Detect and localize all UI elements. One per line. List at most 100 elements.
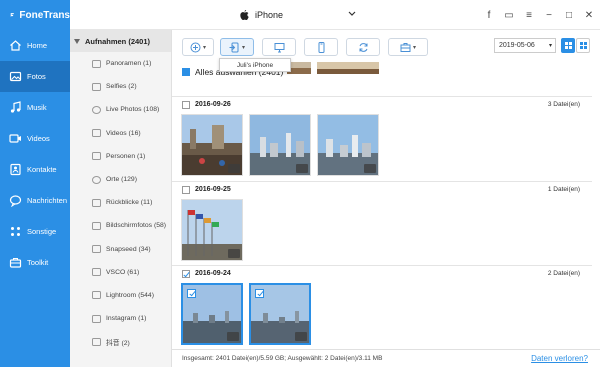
group-checkbox[interactable] [182,185,190,194]
photo-thumbnail-selected[interactable] [181,283,243,345]
music-icon [10,101,21,113]
memories-icon [92,198,101,207]
photo-checkbox[interactable] [187,289,196,298]
album-item-live-photos[interactable]: Live Photos (108) [70,98,171,121]
status-text: Insgesamt: 2401 Datei(en)/5.59 GB; Ausge… [182,355,383,362]
nav-item-sonstige[interactable]: Sonstige [0,216,70,247]
toolbox-button[interactable]: ▾ [388,38,428,56]
album-list-header[interactable]: Aufnahmen (2401) [70,30,171,52]
live-photo-icon [92,105,101,114]
date-filter-select[interactable]: 2019-05-06 ▾ [494,38,556,53]
album-list: Aufnahmen (2401) Panoramen (1) Selfies (… [70,30,172,367]
album-item-personen[interactable]: Personen (1) [70,145,171,168]
main-navigation: Home Fotos Musik Videos Kontakte Nachric… [0,30,70,367]
video-icon [9,134,21,143]
add-button[interactable]: ▾ [182,38,214,56]
toolkit-icon [9,258,22,268]
nav-item-toolkit[interactable]: Toolkit [0,247,70,278]
album-label: Lightroom (544) [106,291,154,299]
refresh-button[interactable] [346,38,380,56]
date-group-header: 2016-09-25 1 Datei(en) [172,181,592,197]
album-item-snapseed[interactable]: Snapseed (34) [70,238,171,261]
list-view-button[interactable] [576,38,590,53]
icloud-icon [296,164,308,173]
nav-item-home[interactable]: Home [0,30,70,61]
group-count: 2 Datei(en) [547,270,580,277]
album-label: Selfies (2) [106,83,137,91]
title-bar: FoneTrans iPhone f ▭ ≡ − □ ✕ [0,0,600,30]
album-icon [92,291,101,300]
screenshot-icon [92,221,101,230]
maximize-icon[interactable]: □ [564,10,574,21]
status-bar: Insgesamt: 2401 Datei(en)/5.59 GB; Ausge… [172,349,600,367]
nav-label: Home [27,41,48,50]
album-item-vsco[interactable]: VSCO (61) [70,261,171,284]
group-checkbox[interactable] [182,100,190,109]
photo-thumbnail[interactable] [181,114,243,176]
nav-item-nachrichten[interactable]: Nachrichten [0,185,70,216]
menu-icon[interactable]: ≡ [524,10,534,21]
album-item-rueckblicke[interactable]: Rückblicke (11) [70,191,171,214]
export-to-pc-button[interactable] [262,38,296,56]
nav-item-fotos[interactable]: Fotos [0,61,70,92]
album-label: Live Photos (108) [106,106,160,114]
nav-item-kontakte[interactable]: Kontakte [0,154,70,185]
app-name: FoneTrans [19,9,70,21]
album-label: Videos (16) [106,129,141,137]
nav-item-musik[interactable]: Musik [0,92,70,123]
refresh-icon [359,42,367,52]
photo-thumbnail-selected[interactable] [249,283,311,345]
photo-thumbnail[interactable] [249,114,311,176]
toolbox-icon [400,42,411,52]
album-item-selfies[interactable]: Selfies (2) [70,75,171,98]
phone-icon [318,41,324,53]
export-device-icon [229,42,239,52]
feedback-icon[interactable]: ▭ [504,10,514,21]
album-item-orte[interactable]: Orte (129) [70,168,171,191]
nav-label: Kontakte [27,165,57,174]
album-icon [92,268,101,277]
album-item-bildschirmfotos[interactable]: Bildschirmfotos (58) [70,214,171,237]
fonetrans-logo-icon [10,13,15,17]
list-grid-icon [579,42,587,49]
chevron-down-icon: ▾ [412,44,416,51]
album-item-lightroom[interactable]: Lightroom (544) [70,284,171,307]
photo-thumbnail[interactable] [181,199,243,261]
device-selector[interactable]: iPhone [232,0,364,30]
grid-icon [564,42,572,49]
album-label: Orte (129) [106,176,137,184]
album-label: Instagram (1) [106,315,147,323]
date-group-header: 2016-09-24 2 Datei(en) [172,265,592,281]
nav-label: Nachrichten [27,196,68,205]
album-icon [92,314,101,323]
data-lost-link[interactable]: Daten verloren? [531,354,588,363]
group-checkbox[interactable] [182,269,190,278]
checkbox[interactable] [182,68,190,76]
album-item-instagram[interactable]: Instagram (1) [70,307,171,330]
close-icon[interactable]: ✕ [584,10,594,21]
album-item-douyin[interactable]: 抖音 (2) [70,330,171,353]
device-button[interactable] [304,38,338,56]
chevron-down-icon: ▾ [548,43,552,49]
target-device-dropdown-item[interactable]: Juli's iPhone [219,58,291,72]
photo-checkbox[interactable] [255,289,264,298]
photo-thumbnail[interactable] [317,62,379,74]
chevron-down-icon: ▾ [241,44,245,51]
location-icon [92,175,101,184]
nav-item-videos[interactable]: Videos [0,123,70,154]
photo-thumbnail[interactable] [317,114,379,176]
minimize-icon[interactable]: − [544,10,554,21]
grid-view-button[interactable] [561,38,575,53]
icloud-icon [228,164,240,173]
photo-grid: Alles auswählen (2401) 2016-09-26 3 Date… [172,62,600,349]
icloud-icon [227,332,239,341]
album-header-label: Aufnahmen (2401) [85,36,151,46]
facebook-icon[interactable]: f [484,10,494,21]
icloud-icon [364,164,376,173]
album-item-panoramen[interactable]: Panoramen (1) [70,52,171,75]
album-label: Panoramen (1) [106,60,152,68]
album-item-videos[interactable]: Videos (16) [70,122,171,145]
contacts-icon [10,163,21,176]
export-to-device-button[interactable]: ▾ [220,38,254,56]
date-group-header: 2016-09-26 3 Datei(en) [172,96,592,112]
